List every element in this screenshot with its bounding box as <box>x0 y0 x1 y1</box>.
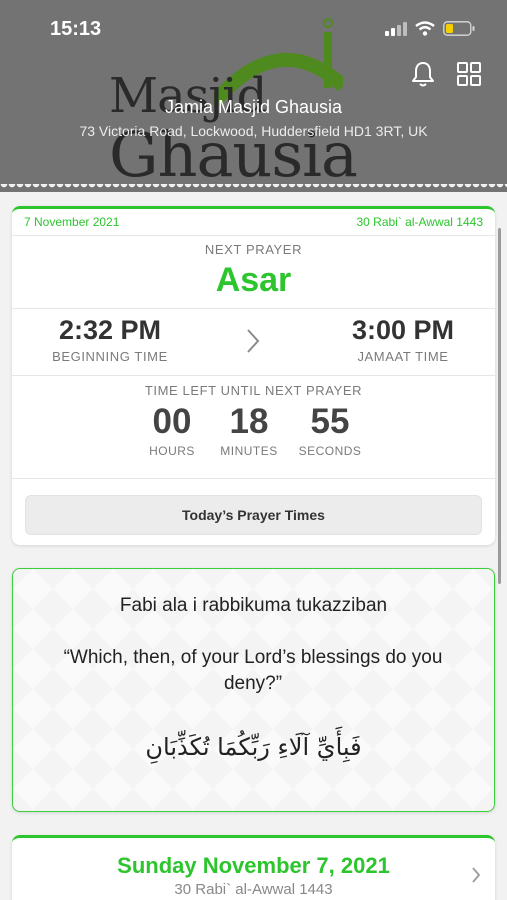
countdown-seconds-label: SECONDS <box>298 444 362 458</box>
day-title: Sunday November 7, 2021 <box>117 853 390 878</box>
beginning-time-block: 2:32 PM BEGINNING TIME <box>30 315 190 364</box>
mosque-address: 73 Victoria Road, Lockwood, Huddersfield… <box>79 123 428 139</box>
signal-icon <box>385 21 407 36</box>
header-actions <box>409 60 483 88</box>
status-icons <box>385 21 475 36</box>
verse-translation: “Which, then, of your Lord’s blessings d… <box>63 647 443 695</box>
countdown-minutes: 18 MINUTES <box>209 402 289 458</box>
jamaat-time-label: JAMAAT TIME <box>357 349 449 364</box>
battery-icon <box>443 21 475 36</box>
gregorian-date: 7 November 2021 <box>24 215 120 229</box>
countdown-hours-value: 00 <box>152 402 192 441</box>
next-prayer-card: 7 November 2021 30 Rabi` al-Awwal 1443 N… <box>12 206 495 545</box>
countdown: 00 HOURS 18 MINUTES 55 SECONDS <box>12 398 495 478</box>
todays-prayer-times-button[interactable]: Today’s Prayer Times <box>25 495 482 535</box>
status-bar: 15:13 <box>0 0 507 56</box>
menu-grid-button[interactable] <box>455 60 483 88</box>
divider <box>12 375 495 376</box>
jamaat-time-block: 3:00 PM JAMAAT TIME <box>323 315 483 364</box>
header-banner: Masjid Ghausia 15:13 Jamia Masjid Ghausi… <box>0 0 507 192</box>
scrollbar[interactable] <box>498 228 501 584</box>
verse-arabic: فَبِأَيِّ آلَاءِ رَبِّكُمَا تُكَذِّبَانِ <box>145 733 362 761</box>
bell-icon <box>412 62 434 87</box>
dates-row: 7 November 2021 30 Rabi` al-Awwal 1443 <box>12 209 495 235</box>
verse-transliteration: Fabi ala i rabbikuma tukazziban <box>119 595 388 616</box>
mosque-name: Jamia Masjid Ghausia <box>164 97 343 117</box>
time-left-label: TIME LEFT UNTIL NEXT PRAYER <box>144 383 363 398</box>
countdown-seconds-value: 55 <box>310 402 350 441</box>
chevron-right-icon <box>247 329 260 353</box>
jamaat-time: 3:00 PM <box>351 315 455 345</box>
hijri-date: 30 Rabi` al-Awwal 1443 <box>356 215 483 229</box>
countdown-minutes-value: 18 <box>229 402 269 441</box>
status-time: 15:13 <box>50 18 102 40</box>
notifications-button[interactable] <box>409 60 437 88</box>
beginning-time: 2:32 PM <box>58 315 162 345</box>
next-prayer-label: NEXT PRAYER <box>204 242 303 257</box>
next-prayer-name: Asar <box>215 261 292 299</box>
countdown-hours-label: HOURS <box>149 444 195 458</box>
header-scalloped-edge <box>0 184 507 192</box>
day-card[interactable]: Sunday November 7, 2021 30 Rabi` al-Awwa… <box>12 835 495 900</box>
verse-card: Fabi ala i rabbikuma tukazziban “Which, … <box>12 568 495 812</box>
grid-icon <box>457 62 481 86</box>
beginning-time-label: BEGINNING TIME <box>52 349 168 364</box>
divider <box>12 478 495 479</box>
day-hijri-date: 30 Rabi` al-Awwal 1443 <box>174 881 333 898</box>
countdown-minutes-label: MINUTES <box>220 444 278 458</box>
divider <box>12 235 495 236</box>
chevron-right-icon <box>472 867 481 883</box>
countdown-hours: 00 HOURS <box>132 402 212 458</box>
countdown-seconds: 55 SECONDS <box>290 402 370 458</box>
prayer-times-row: 2:32 PM BEGINNING TIME 3:00 PM JAMAAT TI… <box>12 309 495 375</box>
wifi-icon <box>415 21 435 36</box>
